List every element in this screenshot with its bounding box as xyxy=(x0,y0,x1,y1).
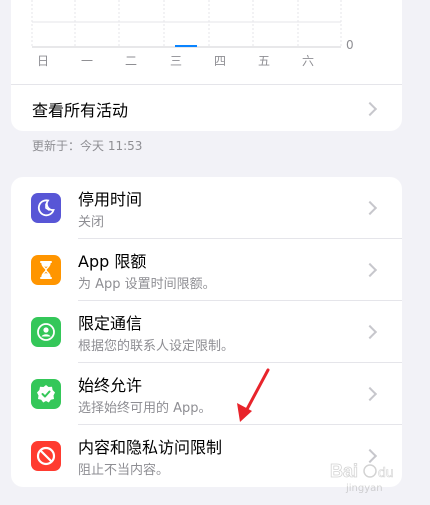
chevron-right-icon xyxy=(362,200,378,216)
row-subtitle: 阻止不当内容。 xyxy=(78,463,170,478)
day-label-sat: 六 xyxy=(301,54,315,68)
day-label-sun: 日 xyxy=(36,54,50,68)
chevron-right-icon xyxy=(362,101,378,117)
screen-time-settings-list: 停用时间 关闭 App 限额 为 App 设置时间限额。 限定通信 根据您的联系… xyxy=(11,177,402,487)
row-communication-limits[interactable]: 限定通信 根据您的联系人设定限制。 xyxy=(11,301,402,363)
row-subtitle: 根据您的联系人设定限制。 xyxy=(78,339,235,354)
day-label-mon: 一 xyxy=(80,54,94,68)
day-label-thu: 四 xyxy=(213,54,227,68)
row-title: App 限额 xyxy=(78,252,147,271)
see-all-activity-row[interactable]: 查看所有活动 xyxy=(11,84,402,131)
see-all-activity-label: 查看所有活动 xyxy=(32,101,129,120)
row-app-limits[interactable]: App 限额 为 App 设置时间限额。 xyxy=(11,239,402,301)
row-subtitle: 关闭 xyxy=(78,215,105,230)
downtime-icon xyxy=(31,193,61,223)
row-always-allowed[interactable]: 始终允许 选择始终可用的 App。 xyxy=(11,363,402,425)
row-subtitle: 选择始终可用的 App。 xyxy=(78,401,212,416)
row-subtitle: 为 App 设置时间限额。 xyxy=(78,277,216,292)
usage-chart: 小时 0 日 一 二 三 四 五 六 xyxy=(11,0,402,80)
chevron-right-icon xyxy=(362,386,378,402)
day-label-tue: 二 xyxy=(124,54,138,68)
usage-bar-wednesday xyxy=(175,45,197,47)
axis-label-zero: 0 xyxy=(346,38,354,52)
row-title: 内容和隐私访问限制 xyxy=(78,438,223,457)
row-downtime[interactable]: 停用时间 关闭 xyxy=(11,177,402,239)
updated-timestamp: 更新于：今天 11:53 xyxy=(32,139,143,153)
svg-text:jingyan: jingyan xyxy=(345,483,383,493)
day-label-fri: 五 xyxy=(257,54,271,68)
svg-text:du: du xyxy=(378,464,394,480)
row-title: 停用时间 xyxy=(78,190,143,209)
checkmark-badge-icon xyxy=(31,379,61,409)
row-title: 始终允许 xyxy=(78,376,143,395)
baidu-watermark-logo: Bai du jingyan xyxy=(330,461,394,493)
chart-grid xyxy=(31,0,342,48)
day-label-wed: 三 xyxy=(169,54,183,68)
contact-icon xyxy=(31,317,61,347)
prohibited-icon xyxy=(31,441,61,471)
chevron-right-icon xyxy=(362,262,378,278)
activity-chart-card: 小时 0 日 一 二 三 四 五 六 查看所有活动 xyxy=(11,0,402,131)
svg-text:Bai: Bai xyxy=(330,461,358,481)
chevron-right-icon xyxy=(362,324,378,340)
hourglass-icon xyxy=(31,255,61,285)
row-title: 限定通信 xyxy=(78,314,143,333)
